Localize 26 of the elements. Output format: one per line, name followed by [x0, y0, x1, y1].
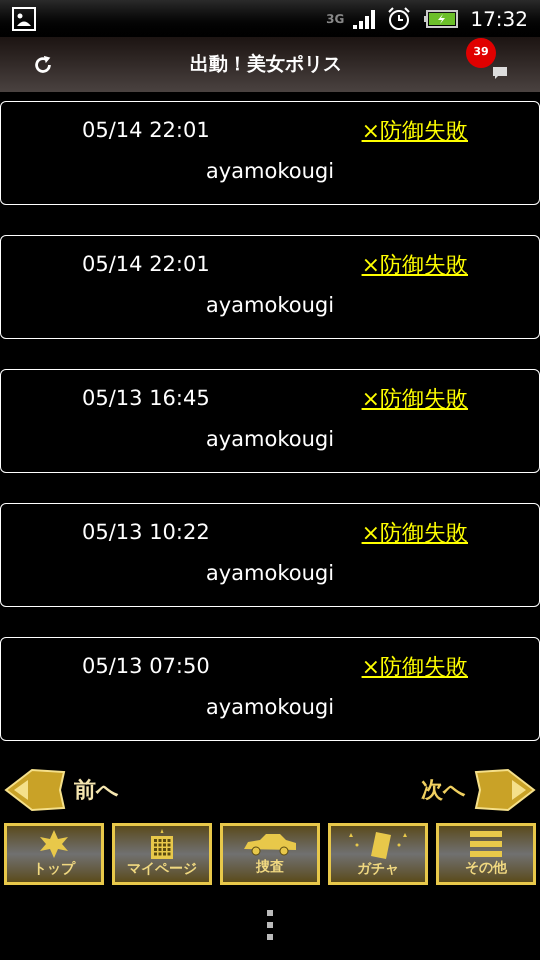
nav-button[interactable]: ガチャ	[328, 823, 428, 885]
record-time: 05/13 10:22	[82, 519, 210, 546]
clock-time: 17:32	[470, 6, 528, 32]
player-name: ayamokougi	[204, 694, 336, 721]
record-time: 05/14 22:01	[82, 117, 210, 144]
player-name: ayamokougi	[204, 560, 336, 587]
nav-button[interactable]: 捜査	[220, 823, 320, 885]
nav-button[interactable]: その他	[436, 823, 536, 885]
record-time: 05/13 16:45	[82, 385, 210, 412]
player-name: ayamokougi	[204, 158, 336, 185]
nav-button[interactable]: トップ	[4, 823, 104, 885]
result-link[interactable]: ×防御失敗	[362, 650, 468, 684]
result-link[interactable]: ×防御失敗	[362, 382, 468, 416]
result-link[interactable]: ×防御失敗	[362, 516, 468, 550]
network-label: 3G	[326, 10, 344, 28]
app-title: 出動！美女ポリス	[189, 52, 343, 78]
record-time: 05/14 22:01	[82, 251, 210, 278]
result-link[interactable]: ×防御失敗	[362, 114, 468, 148]
next-button[interactable]: 次へ	[421, 768, 536, 812]
nav-button[interactable]: マイページ	[112, 823, 212, 885]
previous-button[interactable]: 前へ	[4, 768, 119, 812]
player-name: ayamokougi	[204, 292, 336, 319]
player-name: ayamokougi	[204, 426, 336, 453]
result-link[interactable]: ×防御失敗	[362, 248, 468, 282]
notification-badge: 39	[466, 38, 496, 68]
record-time: 05/13 07:50	[82, 653, 210, 680]
